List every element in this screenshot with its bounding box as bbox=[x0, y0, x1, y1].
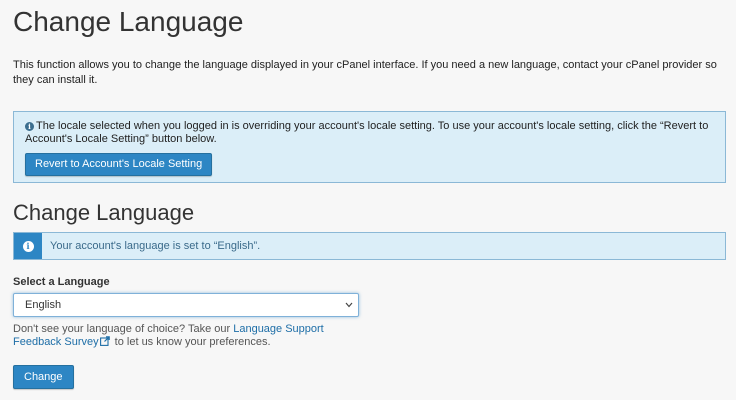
select-language-label: Select a Language bbox=[13, 276, 110, 288]
chevron-down-icon bbox=[345, 301, 353, 309]
external-link-icon bbox=[99, 336, 110, 350]
page-title: Change Language bbox=[13, 6, 244, 37]
page-description: This function allows you to change the l… bbox=[13, 59, 717, 86]
help-prefix: Don't see your language of choice? Take … bbox=[13, 323, 234, 335]
language-status-text: Your account's language is set to “Engli… bbox=[50, 240, 261, 252]
change-button[interactable]: Change bbox=[13, 365, 74, 389]
revert-locale-button[interactable]: Revert to Account's Locale Setting bbox=[25, 153, 213, 176]
locale-override-notice: i The locale selected when you logged in … bbox=[13, 111, 726, 183]
info-icon: i bbox=[22, 240, 34, 252]
language-status-alert: i Your account's language is set to “Eng… bbox=[13, 232, 726, 260]
locale-notice-text-container: i The locale selected when you logged in … bbox=[25, 120, 714, 146]
language-help-text: Don't see your language of choice? Take … bbox=[13, 323, 373, 350]
info-icon: i bbox=[25, 122, 34, 131]
language-select[interactable]: English bbox=[13, 293, 359, 317]
locale-notice-text: The locale selected when you logged in i… bbox=[25, 120, 709, 145]
change-language-page: Change Language This function allows you… bbox=[0, 0, 736, 400]
language-select-value: English bbox=[25, 299, 62, 311]
section-title: Change Language bbox=[13, 200, 195, 225]
help-suffix: to let us know your preferences. bbox=[111, 336, 271, 348]
alert-icon-container: i bbox=[14, 233, 42, 259]
